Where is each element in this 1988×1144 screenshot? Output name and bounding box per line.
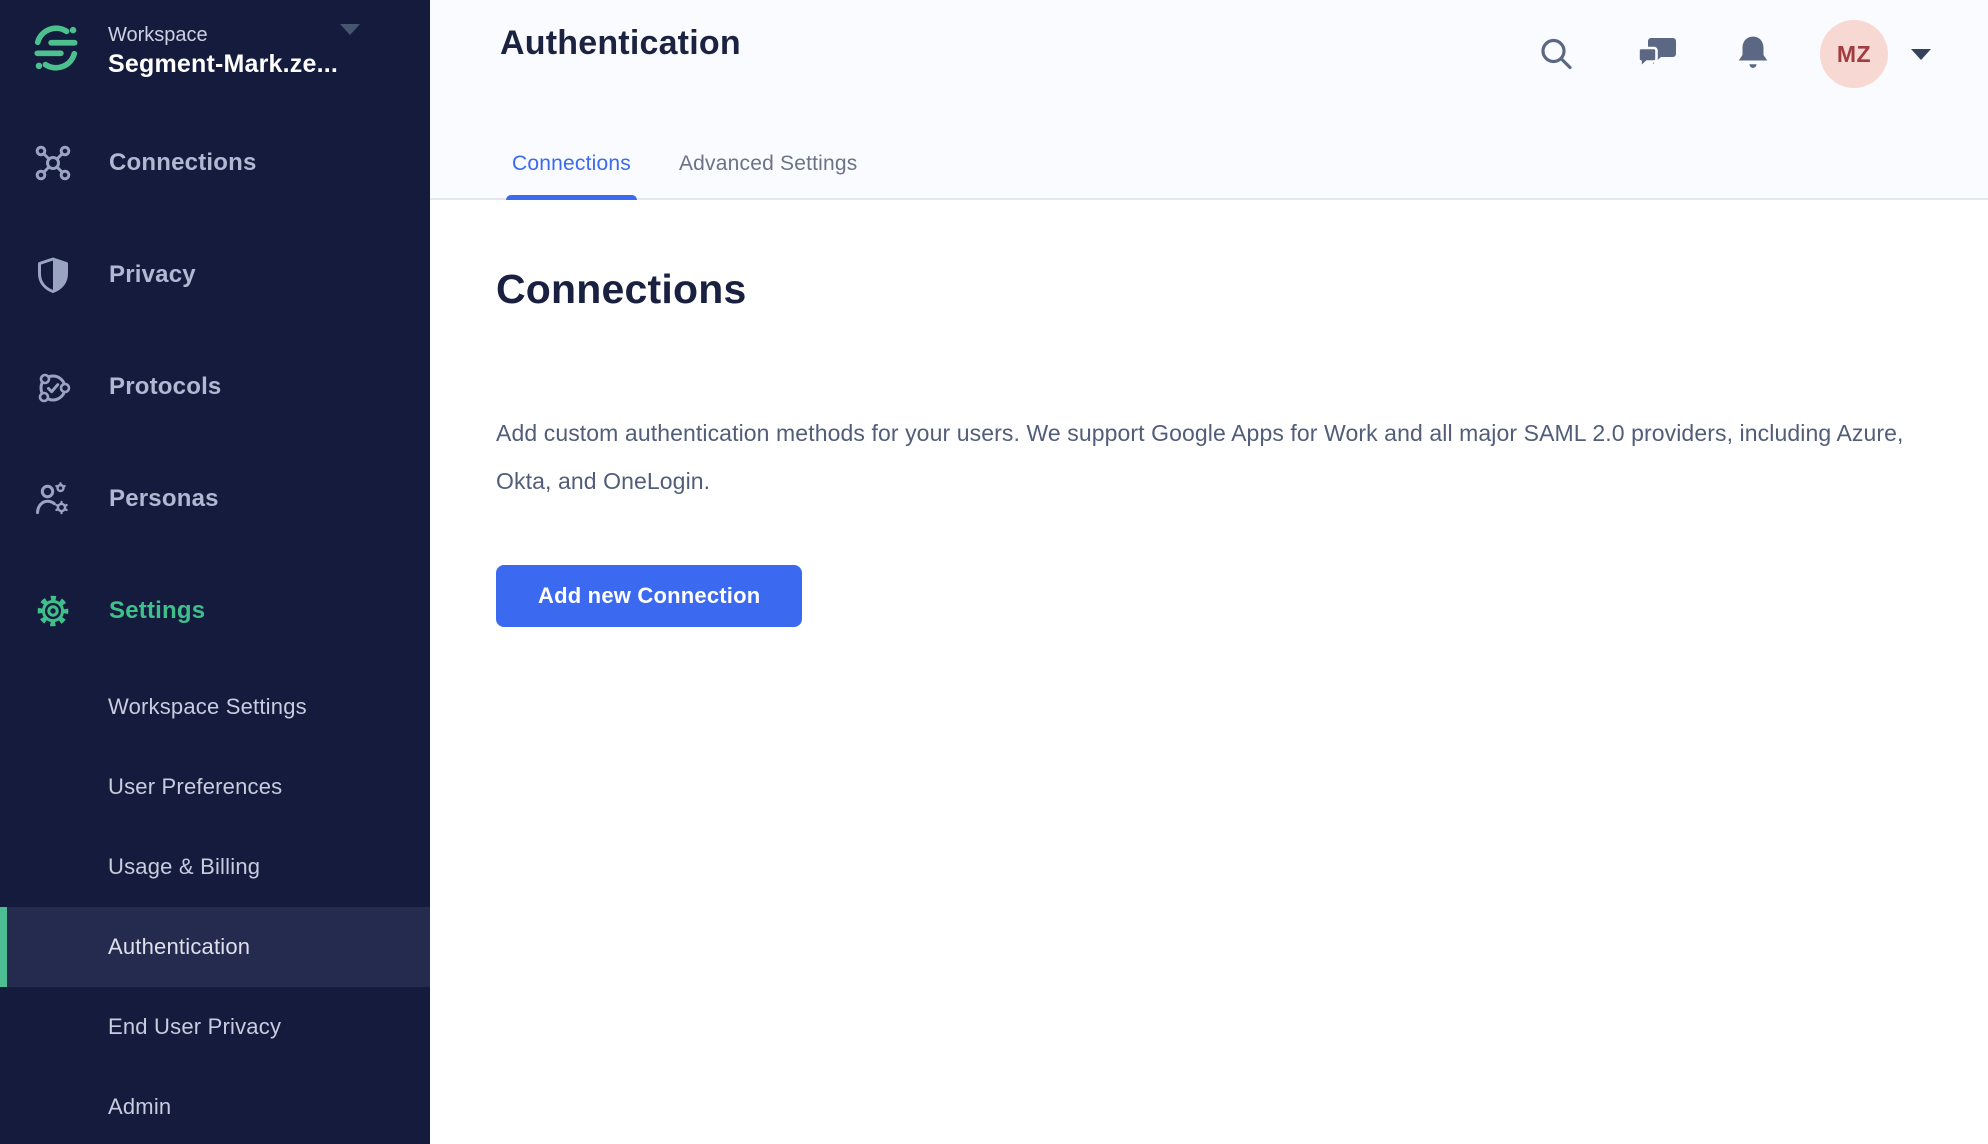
connections-hub-icon xyxy=(33,143,73,183)
section-description: Add custom authentication methods for yo… xyxy=(496,409,1911,505)
subnav-item-label: End User Privacy xyxy=(108,1014,281,1040)
personas-user-gear-icon xyxy=(33,479,73,519)
sidebar-item-personas[interactable]: Personas xyxy=(0,443,430,555)
tab-connections[interactable]: Connections xyxy=(512,152,631,200)
subnav-item-usage-billing[interactable]: Usage & Billing xyxy=(0,827,430,907)
notifications-bell-icon[interactable] xyxy=(1732,33,1774,75)
sidebar-item-label: Settings xyxy=(109,597,205,625)
tab-advanced-settings[interactable]: Advanced Settings xyxy=(679,152,858,200)
privacy-shield-icon xyxy=(33,255,73,295)
segment-logo-icon xyxy=(30,22,82,74)
workspace-chevron-down-icon[interactable] xyxy=(338,22,362,36)
sidebar-item-settings[interactable]: Settings xyxy=(0,555,430,667)
header-actions: MZ xyxy=(1536,20,1932,88)
workspace-label: Workspace xyxy=(108,22,338,48)
protocols-cycle-icon xyxy=(33,367,73,407)
section-heading: Connections xyxy=(496,266,1988,313)
subnav-item-label: Admin xyxy=(108,1094,171,1120)
sidebar: Workspace Segment-Mark.ze... Connections xyxy=(0,0,430,1144)
search-icon[interactable] xyxy=(1536,34,1576,74)
add-new-connection-button[interactable]: Add new Connection xyxy=(496,565,802,627)
subnav-item-workspace-settings[interactable]: Workspace Settings xyxy=(0,667,430,747)
content: Connections Add custom authentication me… xyxy=(430,266,1988,627)
subnav-item-user-preferences[interactable]: User Preferences xyxy=(0,747,430,827)
sidebar-item-label: Protocols xyxy=(109,373,221,401)
avatar[interactable]: MZ xyxy=(1820,20,1888,88)
subnav-item-admin[interactable]: Admin xyxy=(0,1067,430,1144)
avatar-initials: MZ xyxy=(1837,41,1871,68)
subnav-item-label: Workspace Settings xyxy=(108,694,307,720)
sidebar-item-label: Connections xyxy=(109,149,257,177)
subnav-item-authentication[interactable]: Authentication xyxy=(0,907,430,987)
sidebar-item-label: Personas xyxy=(109,485,219,513)
main-area: Authentication Connections Advanced Sett… xyxy=(430,0,1988,1144)
account-menu-chevron-down-icon[interactable] xyxy=(1910,48,1932,61)
page-title: Authentication xyxy=(500,24,741,63)
page-header: Authentication Connections Advanced Sett… xyxy=(430,0,1988,200)
tab-bar: Connections Advanced Settings xyxy=(512,152,857,200)
sidebar-item-label: Privacy xyxy=(109,261,196,289)
sidebar-nav: Connections Privacy Protocols xyxy=(0,107,430,667)
subnav-item-end-user-privacy[interactable]: End User Privacy xyxy=(0,987,430,1067)
chat-icon[interactable] xyxy=(1634,33,1680,75)
settings-gear-icon xyxy=(33,591,73,631)
workspace-switcher[interactable]: Workspace Segment-Mark.ze... xyxy=(30,22,338,80)
sidebar-item-connections[interactable]: Connections xyxy=(0,107,430,219)
sidebar-item-protocols[interactable]: Protocols xyxy=(0,331,430,443)
subnav-item-label: User Preferences xyxy=(108,774,282,800)
settings-subnav: Workspace Settings User Preferences Usag… xyxy=(0,667,430,1144)
workspace-name: Segment-Mark.ze... xyxy=(108,48,338,80)
subnav-item-label: Usage & Billing xyxy=(108,854,260,880)
subnav-item-label: Authentication xyxy=(108,934,250,960)
sidebar-item-privacy[interactable]: Privacy xyxy=(0,219,430,331)
